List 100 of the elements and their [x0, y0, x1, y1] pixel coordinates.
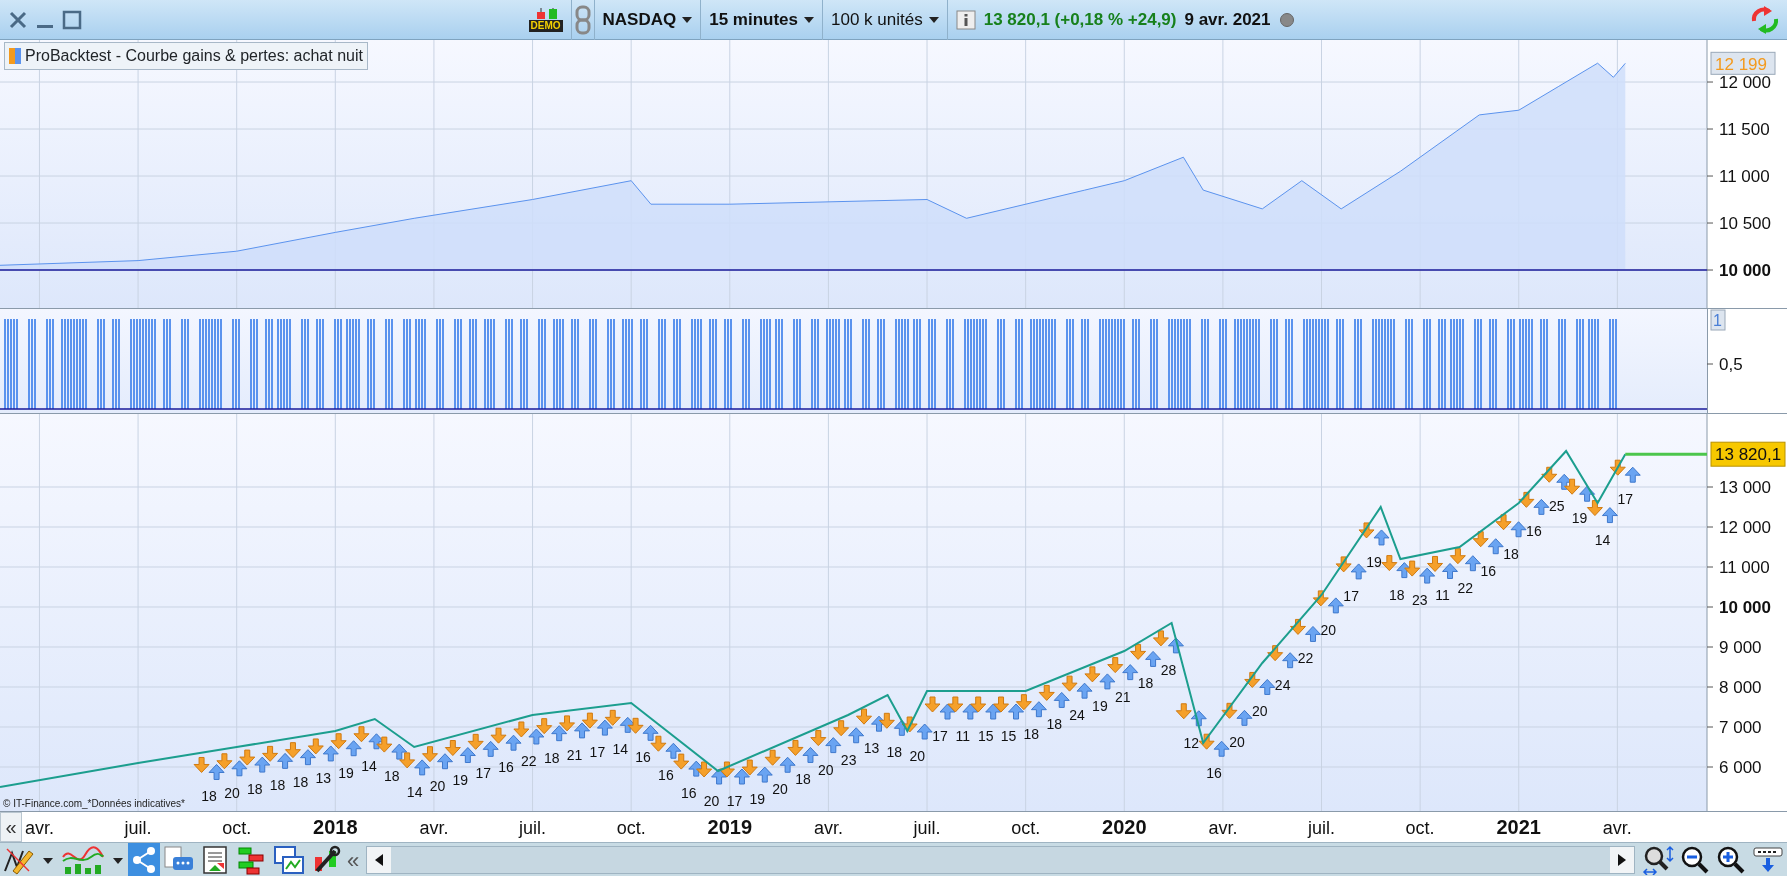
- trade-label: 22: [1297, 650, 1314, 667]
- up-arrow-icon: [711, 768, 728, 785]
- up-arrow-icon: [1008, 703, 1025, 720]
- trade-label: 18: [1023, 725, 1040, 742]
- scroll-right-button[interactable]: [1610, 847, 1634, 873]
- down-arrow-icon: [1335, 556, 1352, 573]
- quote-date: 9 avr. 2021: [1184, 8, 1271, 31]
- trade-label: 11: [1435, 587, 1450, 604]
- axis-label: 10 000: [1719, 598, 1771, 617]
- trade-label: 16: [1480, 562, 1496, 579]
- down-arrow-icon: [924, 696, 941, 713]
- up-arrow-icon: [916, 723, 933, 740]
- up-arrow-icon: [596, 719, 613, 736]
- maximize-icon[interactable]: [62, 9, 82, 30]
- scroll-back-button[interactable]: «: [0, 812, 22, 842]
- up-arrow-icon: [1579, 485, 1596, 502]
- up-arrow-icon: [939, 703, 956, 720]
- caret-icon: [804, 16, 814, 23]
- axis-label: 6 000: [1719, 758, 1762, 777]
- trade-label: 18: [1389, 586, 1405, 603]
- axis-label: 11 000: [1719, 558, 1770, 577]
- down-arrow-icon: [878, 712, 895, 729]
- up-arrow-icon: [505, 734, 522, 751]
- trade-label: 20: [772, 781, 788, 798]
- close-icon[interactable]: [8, 9, 28, 30]
- trade-label: 23: [1411, 592, 1428, 609]
- up-arrow-icon: [254, 756, 271, 773]
- timeframe-dropdown[interactable]: 15 minutes: [701, 0, 822, 40]
- axis-label: juil.: [124, 818, 152, 838]
- trade-label: 13: [315, 769, 332, 786]
- down-arrow-icon: [1381, 555, 1398, 572]
- up-arrow-icon: [1464, 555, 1481, 572]
- up-arrow-icon: [1190, 710, 1207, 727]
- collapse-button[interactable]: «: [344, 843, 363, 876]
- scroll-left-button[interactable]: [367, 847, 392, 873]
- trade-label: 15: [1000, 728, 1017, 744]
- up-arrow-icon: [414, 759, 431, 776]
- down-arrow-icon: [764, 749, 781, 766]
- down-arrow-icon: [970, 696, 987, 713]
- down-arrow-icon: [581, 712, 598, 729]
- down-arrow-icon: [627, 717, 644, 734]
- trade-label: 19: [749, 791, 766, 808]
- down-arrow-icon: [239, 749, 256, 766]
- up-arrow-icon: [848, 727, 865, 744]
- axis-label: 2021: [1496, 816, 1541, 838]
- axis-label: juil.: [913, 818, 941, 838]
- last-value-label: 1: [1710, 309, 1726, 331]
- down-arrow-icon: [673, 753, 690, 770]
- trade-label: 18: [201, 788, 217, 805]
- trade-label: 17: [726, 793, 743, 809]
- up-arrow-icon: [642, 724, 659, 741]
- up-arrow-icon: [733, 768, 750, 785]
- down-arrow-icon: [1609, 459, 1626, 476]
- up-arrow-icon: [962, 703, 979, 720]
- up-arrow-icon: [1350, 563, 1367, 580]
- right-arrow-icon: [1618, 854, 1626, 866]
- axis-label: 0,5: [1719, 355, 1743, 374]
- down-arrow-icon: [513, 721, 530, 738]
- axis-label: oct.: [1011, 818, 1041, 838]
- units-dropdown[interactable]: 100 k unités: [823, 0, 947, 40]
- up-arrow-icon: [1053, 691, 1070, 708]
- down-arrow-icon: [947, 696, 964, 713]
- down-arrow-icon: [422, 746, 438, 763]
- up-arrow-icon: [1601, 507, 1618, 524]
- down-arrow-icon: [901, 716, 918, 733]
- axis-label: oct.: [222, 818, 252, 838]
- axis-label: 2020: [1102, 816, 1147, 838]
- down-arrow-icon: [1472, 531, 1489, 548]
- down-arrow-icon: [559, 715, 576, 732]
- trade-label: 28: [1160, 661, 1177, 678]
- down-arrow-icon: [1038, 684, 1055, 701]
- scrollbar[interactable]: [366, 846, 1635, 874]
- info-icon[interactable]: [955, 9, 976, 30]
- down-arrow-icon: [696, 761, 713, 778]
- down-arrow-icon: [1427, 555, 1444, 572]
- trade-label: 19: [338, 764, 354, 781]
- trade-label: 18: [543, 749, 560, 766]
- axis-label: juil.: [1308, 818, 1335, 838]
- down-arrow-icon: [1107, 657, 1124, 674]
- up-arrow-icon: [825, 737, 842, 754]
- caret-icon: [928, 16, 939, 23]
- down-arrow-icon: [1221, 702, 1238, 719]
- down-arrow-icon: [444, 740, 461, 757]
- down-arrow-icon: [1449, 548, 1466, 565]
- down-arrow-icon: [1564, 478, 1581, 495]
- up-arrow-icon: [1213, 740, 1230, 757]
- trade-label: 19: [1092, 697, 1108, 714]
- trade-label: 16: [1206, 765, 1222, 782]
- down-arrow-icon: [216, 753, 233, 770]
- instrument-dropdown[interactable]: NASDAQ: [594, 0, 701, 40]
- trade-label: 20: [429, 777, 446, 794]
- refresh-icon[interactable]: [1749, 4, 1781, 35]
- up-arrow-icon: [802, 746, 819, 763]
- trade-label: 20: [1320, 621, 1337, 638]
- up-arrow-icon: [1099, 673, 1116, 690]
- down-arrow-icon: [1267, 645, 1284, 662]
- axis-label: oct.: [1405, 818, 1435, 838]
- axis-label: 10 000: [1719, 261, 1771, 280]
- trade-label: 16: [635, 749, 651, 766]
- axis-label: avr.: [419, 818, 449, 838]
